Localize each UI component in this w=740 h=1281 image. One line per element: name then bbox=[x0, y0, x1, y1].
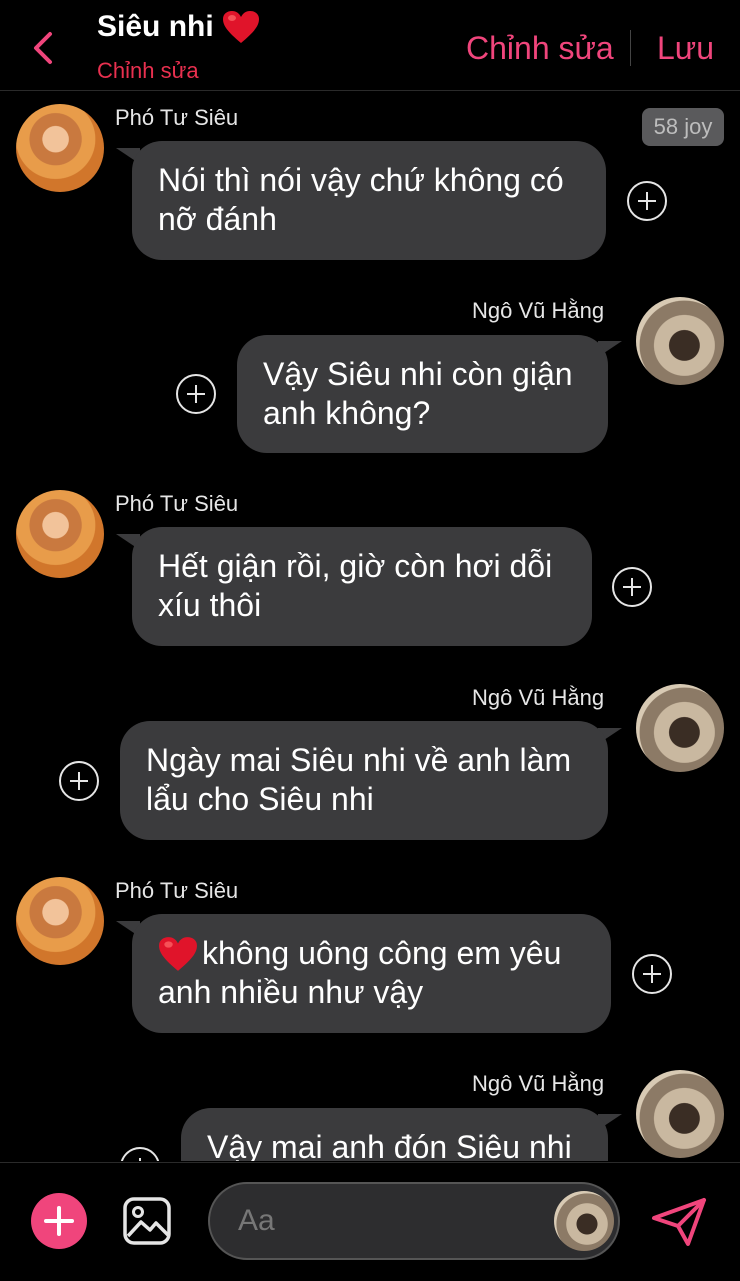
message-text-line: lẩu cho Siêu nhi bbox=[146, 781, 374, 817]
chat-subtitle[interactable]: Chỉnh sửa bbox=[97, 58, 199, 84]
chat-header: Siêu nhi Chỉnh sửa Chỉnh sửa Lưu bbox=[0, 0, 740, 91]
message-sender: Ngô Vũ Hằng bbox=[472, 1071, 605, 1096]
save-button[interactable]: Lưu bbox=[657, 30, 714, 67]
joy-badge: 58 joy bbox=[642, 108, 724, 146]
avatar-ngo-vu-hang[interactable] bbox=[636, 684, 724, 772]
composer-bar: Aa bbox=[0, 1162, 740, 1281]
message-text-line: nỡ đánh bbox=[158, 201, 277, 237]
add-reaction-icon[interactable] bbox=[120, 1147, 160, 1161]
message-sender: Ngô Vũ Hằng bbox=[472, 685, 605, 710]
message-bubble[interactable]: Nói thì nói vậy chứ không có nỡ đánh bbox=[132, 141, 606, 260]
message-text-line: anh nhiều như vậy bbox=[158, 974, 424, 1010]
edit-button[interactable]: Chỉnh sửa bbox=[466, 30, 614, 67]
message-input[interactable]: Aa bbox=[208, 1182, 620, 1260]
message-list[interactable]: 58 joy Phó Tư Siêu Nói thì nói vậy chứ k… bbox=[0, 91, 740, 1161]
message-text-line: không uông công em yêu bbox=[202, 935, 562, 971]
message-text-line: Hết giận rồi, giờ còn hơi dỗi bbox=[158, 548, 553, 584]
add-reaction-icon[interactable] bbox=[59, 761, 99, 801]
message-bubble[interactable]: Ngày mai Siêu nhi về anh làm lẩu cho Siê… bbox=[120, 721, 608, 840]
add-attachment-button[interactable] bbox=[31, 1193, 87, 1249]
message-bubble[interactable]: Vậy Siêu nhi còn giận anh không? bbox=[237, 335, 608, 453]
message-sender: Phó Tư Siêu bbox=[115, 878, 239, 903]
back-chevron-icon[interactable] bbox=[24, 28, 64, 68]
send-icon[interactable] bbox=[650, 1196, 708, 1248]
add-reaction-icon[interactable] bbox=[627, 181, 667, 221]
message-bubble[interactable]: Vậy mai anh đón Siêu nhi bbox=[181, 1108, 608, 1161]
chat-title-text: Siêu nhi bbox=[97, 10, 214, 43]
message-text-line: anh không? bbox=[263, 395, 431, 431]
chat-title: Siêu nhi bbox=[97, 10, 260, 44]
message-text-line: xíu thôi bbox=[158, 587, 262, 623]
message-text-line: Ngày mai Siêu nhi về anh làm bbox=[146, 742, 572, 778]
message-text-line: Nói thì nói vậy chứ không có bbox=[158, 162, 564, 198]
avatar-pho-tu-sieu[interactable] bbox=[16, 490, 104, 578]
avatar-ngo-vu-hang[interactable] bbox=[636, 297, 724, 385]
message-text-row: không uông công em yêu bbox=[158, 934, 585, 973]
message-sender: Phó Tư Siêu bbox=[115, 105, 239, 130]
add-reaction-icon[interactable] bbox=[612, 567, 652, 607]
message-bubble[interactable]: Hết giận rồi, giờ còn hơi dỗi xíu thôi bbox=[132, 527, 592, 646]
message-bubble[interactable]: không uông công em yêu anh nhiều như vậy bbox=[132, 914, 611, 1033]
message-sender: Phó Tư Siêu bbox=[115, 491, 239, 516]
avatar-pho-tu-sieu[interactable] bbox=[16, 104, 104, 192]
message-sender: Ngô Vũ Hằng bbox=[472, 298, 605, 323]
header-divider bbox=[630, 30, 631, 66]
avatar-pho-tu-sieu[interactable] bbox=[16, 877, 104, 965]
image-icon[interactable] bbox=[122, 1196, 172, 1246]
heart-icon bbox=[159, 936, 197, 971]
add-reaction-icon[interactable] bbox=[632, 954, 672, 994]
message-input-placeholder: Aa bbox=[238, 1204, 275, 1237]
heart-icon bbox=[222, 11, 259, 43]
add-reaction-icon[interactable] bbox=[176, 374, 216, 414]
message-text-line: Vậy Siêu nhi còn giận bbox=[263, 356, 573, 392]
character-avatar[interactable] bbox=[554, 1191, 614, 1251]
avatar-ngo-vu-hang[interactable] bbox=[636, 1070, 724, 1158]
message-text-line: Vậy mai anh đón Siêu nhi bbox=[207, 1129, 572, 1161]
